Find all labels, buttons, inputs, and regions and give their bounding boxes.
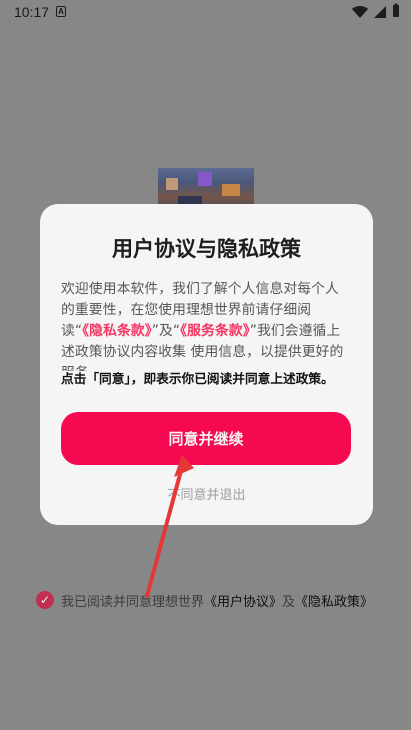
app-screen: 10:17 A 用户协议与隐私政策 欢迎使用本软件，我们了解个人信息对每个人的重… — [0, 0, 411, 730]
agreement-prefix: 我已阅读并同意理想世界 — [61, 594, 205, 610]
check-icon[interactable]: ✓ — [36, 591, 54, 609]
service-terms-link[interactable]: 《服务条款》 — [180, 323, 250, 339]
signal-icon — [373, 3, 387, 27]
privacy-policy-link[interactable]: 《隐私政策》 — [295, 591, 373, 610]
status-icons — [351, 3, 401, 27]
agreement-row[interactable]: ✓ 我已阅读并同意理想世界 《用户协议》 及 《隐私政策》 — [36, 588, 396, 612]
agree-continue-button[interactable]: 同意并继续 — [61, 412, 351, 465]
banner-pixel — [222, 184, 240, 196]
consent-notice: 点击「同意」，即表示你已阅读并同意上述政策。 — [61, 371, 334, 386]
status-bar: 10:17 A — [0, 0, 411, 24]
agreement-and: 及 — [282, 594, 296, 610]
banner-pixel — [166, 178, 178, 190]
quote-right-2: ” — [249, 323, 257, 339]
user-agreement-link[interactable]: 《用户协议》 — [204, 591, 282, 610]
and-text: 及 — [159, 323, 173, 339]
banner-pixel — [198, 172, 212, 186]
status-time: 10:17 — [14, 4, 50, 20]
quote-right-1: ” — [151, 323, 159, 339]
privacy-dialog: 用户协议与隐私政策 欢迎使用本软件，我们了解个人信息对每个人的重要性，在您使用理… — [40, 204, 373, 525]
dialog-body: 欢迎使用本软件，我们了解个人信息对每个人的重要性，在您使用理想世界前请仔细阅读“… — [61, 279, 351, 371]
privacy-terms-link[interactable]: 《隐私条款》 — [82, 323, 152, 339]
disagree-exit-link[interactable]: 不同意并退出 — [40, 484, 373, 503]
battery-icon — [391, 3, 401, 27]
notification-app-icon: A — [56, 6, 66, 17]
wifi-icon — [351, 3, 369, 27]
dialog-title: 用户协议与隐私政策 — [112, 237, 301, 261]
